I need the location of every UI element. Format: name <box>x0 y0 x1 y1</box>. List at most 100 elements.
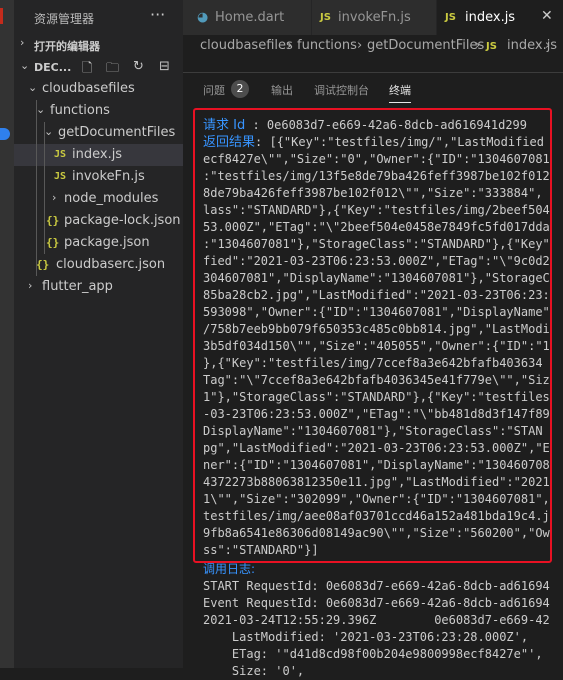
breadcrumb-item[interactable]: getDocumentFiles <box>367 38 484 53</box>
refresh-icon[interactable]: ↻ <box>133 59 144 74</box>
workspace-section[interactable]: ⌄ DEC... 🗋 🗀 ↻ ⊟ <box>14 56 183 78</box>
chevron-right-icon: › <box>357 38 363 53</box>
breadcrumb-item[interactable]: cloudbasefiles <box>200 38 293 53</box>
call-log-label: 调用日志: <box>203 562 256 576</box>
tree-item-label: cloudbasefiles <box>42 81 135 96</box>
problems-count-badge: 2 <box>231 80 249 98</box>
result-label: 返回结果 <box>203 135 256 150</box>
explorer-title: 资源管理器 <box>34 12 95 26</box>
result-line-15: 1"},"StorageClass":"STANDARD"},{"Key":"t… <box>203 390 550 404</box>
json-file-icon: {} <box>36 258 50 271</box>
result-line-19: ner":{"ID":"1304607081","DisplayName":"1… <box>203 458 550 472</box>
tab-label: index.js <box>465 10 516 25</box>
log-line-4: ETag: '"d41d8cd98f00b204e9800998ecf8427e… <box>203 647 543 661</box>
log-line-3: LastModified: '2021-03-23T06:23:28.000Z'… <box>203 630 529 644</box>
indent-guide <box>44 122 45 254</box>
result-line-6: :"1304607081"},"StorageClass":"STANDARD"… <box>203 237 550 251</box>
tab-home-dart[interactable]: ◕ Home.dart <box>183 0 312 35</box>
request-id-value: : 0e6083d7-e669-42a6-8dcb-ad616941d299 <box>252 118 527 132</box>
tab-index-js[interactable]: JS index.js ✕ <box>437 0 563 35</box>
result-line-22: testfiles/img/aee08af03701ccd46a152a481b… <box>203 509 550 523</box>
result-line-17: DisplayName":"1304607081"},"StorageClass… <box>203 424 543 438</box>
tree-folder-getdocumentfiles[interactable]: ⌄ getDocumentFiles <box>14 122 183 144</box>
indent-guide <box>36 100 37 276</box>
result-line-9: 85ba28cb2.jpg","LastModified":"2021-03-2… <box>203 288 550 302</box>
js-file-icon: JS <box>445 12 456 23</box>
result-line-8: 304607081","DisplayName":"1304607081"},"… <box>203 271 550 285</box>
tree-item-label: cloudbaserc.json <box>56 257 166 272</box>
js-file-icon: JS <box>320 12 331 23</box>
result-line-23: 9fb8a6541e86306d08149ac90\"","Size":"560… <box>203 526 550 540</box>
breadcrumb: cloudbasefiles › functions › getDocument… <box>183 35 563 57</box>
panel-tabs: 问题 2 输出 调试控制台 终端 <box>183 73 563 105</box>
active-tab-indicator <box>389 102 411 103</box>
log-line-1: Event RequestId: 0e6083d7-e669-42a6-8dcb… <box>203 596 550 610</box>
tab-label: Home.dart <box>215 10 285 25</box>
js-file-icon: JS <box>486 41 497 52</box>
breadcrumb-item[interactable]: functions <box>297 38 357 53</box>
explorer-sidebar: 资源管理器 ··· › 打开的编辑器 ⌄ DEC... 🗋 🗀 ↻ ⊟ ⌄ cl… <box>14 0 183 668</box>
chevron-right-icon: › <box>20 36 25 49</box>
chevron-right-icon: › <box>545 38 551 53</box>
tab-output[interactable]: 输出 <box>271 82 293 98</box>
tab-debug-console[interactable]: 调试控制台 <box>314 82 369 98</box>
tree-item-label: node_modules <box>64 191 159 206</box>
result-line-1: ecf8427e\"","Size":"0","Owner":{"ID":"13… <box>203 152 550 166</box>
chevron-down-icon: ⌄ <box>36 103 46 116</box>
tab-invokefn-js[interactable]: JS invokeFn.js <box>312 0 437 35</box>
result-line-4: lass":"STANDARD"},{"Key":"testfiles/img/… <box>203 203 550 217</box>
dart-file-icon: ◕ <box>197 10 209 25</box>
collapse-all-icon[interactable]: ⊟ <box>159 59 170 74</box>
tree-file-cloudbaserc-json[interactable]: {} cloudbaserc.json <box>14 254 183 276</box>
result-line-16: -03-23T06:23:53.000Z","ETag":"\"bb481d8d… <box>203 407 550 421</box>
code-line-peek <box>183 57 563 67</box>
tree-folder-cloudbasefiles[interactable]: ⌄ cloudbasefiles <box>14 78 183 100</box>
activity-indicator-icon[interactable] <box>0 8 3 24</box>
result-line-13: },{"Key":"testfiles/img/7ccef8a3e642bfaf… <box>203 356 543 370</box>
chevron-right-icon: › <box>52 191 57 204</box>
tree-folder-flutter-app[interactable]: › flutter_app <box>14 276 183 298</box>
more-actions-icon[interactable]: ··· <box>150 5 165 24</box>
tab-label: invokeFn.js <box>338 10 411 25</box>
tree-item-label: index.js <box>72 147 123 162</box>
chevron-down-icon: ⌄ <box>28 81 38 94</box>
js-file-icon: JS <box>54 171 67 182</box>
result-line-12: 3b5df034d150\"","Size":"405055","Owner":… <box>203 339 550 353</box>
log-line-2: 2021-03-24T12:55:29.396Z 0e6083d7-e669-4… <box>203 613 550 627</box>
tree-item-label: package.json <box>64 235 150 250</box>
chevron-right-icon: › <box>287 38 293 53</box>
terminal-output[interactable]: 请求 Id : 0e6083d7-e669-42a6-8dcb-ad616941… <box>203 115 563 678</box>
bottom-panel: 问题 2 输出 调试控制台 终端 请求 Id : 0e6083d7-e669-4… <box>183 72 563 678</box>
workspace-label: DEC... <box>34 61 72 74</box>
tree-file-package-lock-json[interactable]: {} package-lock.json <box>14 210 183 232</box>
tree-file-package-json[interactable]: {} package.json <box>14 232 183 254</box>
result-line-14: Tag":"\"7ccef8a3e642bfafb4036345e41f779e… <box>203 373 550 387</box>
tree-item-label: functions <box>50 103 110 118</box>
result-line-3: 8de79ba426feff3987be102f012\"","Size":"3… <box>203 186 543 200</box>
editor-tabs: ◕ Home.dart JS invokeFn.js JS index.js ✕ <box>183 0 563 35</box>
result-line-7: fied":"2021-03-23T06:23:53.000Z","ETag":… <box>203 254 550 268</box>
activity-bar <box>0 0 14 668</box>
open-editors-label: 打开的编辑器 <box>34 40 100 53</box>
tree-folder-functions[interactable]: ⌄ functions <box>14 100 183 122</box>
log-line-0: START RequestId: 0e6083d7-e669-42a6-8dcb… <box>203 579 550 593</box>
result-line-0: 返回结果: [{"Key":"testfiles/img/","LastModi… <box>203 134 544 151</box>
js-file-icon: JS <box>54 149 67 160</box>
tree-item-label: flutter_app <box>42 279 113 294</box>
result-line-21: 1\"","Size":"302099","Owner":{"ID":"1304… <box>203 492 550 506</box>
tree-file-index-js[interactable]: JS index.js <box>14 144 183 166</box>
tab-problems[interactable]: 问题 <box>203 82 225 98</box>
tree-folder-node-modules[interactable]: › node_modules <box>14 188 183 210</box>
result-line-10: 593098","Owner":{"ID":"1304607081","Disp… <box>203 305 550 319</box>
request-id-label: 请求 Id <box>203 118 246 133</box>
editor-area: ◕ Home.dart JS invokeFn.js JS index.js ✕… <box>183 0 563 678</box>
tree-item-label: getDocumentFiles <box>58 125 176 140</box>
explorer-header: 资源管理器 ··· <box>14 0 183 33</box>
tree-file-invokefn-js[interactable]: JS invokeFn.js <box>14 166 183 188</box>
tab-terminal[interactable]: 终端 <box>389 82 411 98</box>
extension-icon[interactable] <box>0 128 10 140</box>
json-file-icon: {} <box>46 214 60 227</box>
json-file-icon: {} <box>46 236 60 249</box>
close-icon[interactable]: ✕ <box>541 8 553 24</box>
open-editors-section[interactable]: › 打开的编辑器 <box>14 33 183 55</box>
